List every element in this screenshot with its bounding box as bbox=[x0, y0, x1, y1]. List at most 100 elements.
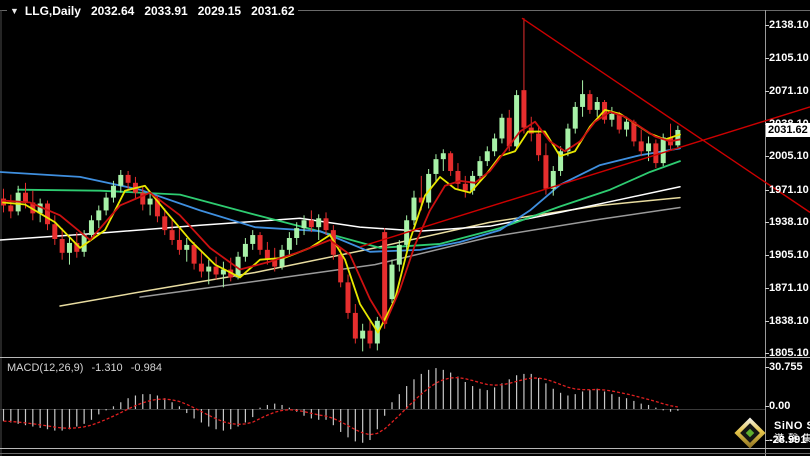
symbol-dropdown-arrow-icon[interactable]: ▼ bbox=[10, 6, 19, 16]
macd-name: MACD(12,26,9) bbox=[7, 362, 83, 374]
candle-body bbox=[162, 216, 167, 230]
close-value: 2031.62 bbox=[251, 4, 294, 18]
price-axis-label: 2105.10 bbox=[769, 52, 809, 64]
candle-body bbox=[338, 255, 343, 283]
candle-body bbox=[309, 220, 314, 227]
candle-body bbox=[346, 282, 351, 313]
symbol-label: LLG,Daily bbox=[25, 4, 81, 18]
axis-tick bbox=[765, 288, 769, 289]
axis-tick bbox=[765, 58, 769, 59]
candle-body bbox=[397, 245, 402, 265]
candle-body bbox=[8, 205, 13, 211]
price-axis-label: 1838.10 bbox=[769, 315, 809, 327]
axis-tick bbox=[765, 190, 769, 191]
candle-body bbox=[521, 90, 526, 127]
low-value: 2029.15 bbox=[198, 4, 241, 18]
candle-body bbox=[536, 134, 541, 156]
brand-name-chinese: 漢聲集團 bbox=[774, 434, 810, 445]
ma-gray-line bbox=[140, 207, 680, 297]
candle-body bbox=[492, 138, 497, 151]
macd-indicator-label: MACD(12,26,9) -1.310 -0.984 bbox=[7, 362, 167, 374]
price-axis-label: 2005.10 bbox=[769, 150, 809, 162]
axis-tick bbox=[765, 25, 769, 26]
macd-value: -1.310 bbox=[91, 362, 122, 374]
price-axis-label: 1971.10 bbox=[769, 184, 809, 196]
axis-tick bbox=[765, 321, 769, 322]
candle-body bbox=[243, 244, 248, 257]
macd-signal-value: -0.984 bbox=[131, 362, 162, 374]
candle-body bbox=[316, 218, 321, 227]
candle-body bbox=[67, 243, 72, 253]
price-axis-label: 1805.10 bbox=[769, 347, 809, 359]
macd-axis-label: 30.755 bbox=[769, 361, 803, 373]
axis-tick bbox=[765, 156, 769, 157]
axis-tick bbox=[765, 367, 769, 368]
candle-body bbox=[250, 235, 255, 244]
candle-body bbox=[529, 128, 534, 134]
price-axis-label: 1938.10 bbox=[769, 216, 809, 228]
candle-body bbox=[206, 267, 211, 272]
candle-body bbox=[89, 220, 94, 235]
candle-body bbox=[294, 228, 299, 238]
candle-body bbox=[126, 175, 131, 183]
price-axis-label: 1871.10 bbox=[769, 282, 809, 294]
candle-body bbox=[302, 220, 307, 228]
axis-tick bbox=[765, 91, 769, 92]
candle-body bbox=[214, 267, 219, 275]
candle-body bbox=[170, 230, 175, 240]
candle-body bbox=[609, 114, 614, 120]
candle-body bbox=[368, 331, 373, 344]
candle-body bbox=[587, 94, 592, 110]
candle-body bbox=[104, 198, 109, 211]
axis-tick bbox=[765, 406, 769, 407]
candle-body bbox=[485, 151, 490, 161]
candle-body bbox=[258, 235, 263, 250]
candle-body bbox=[653, 143, 658, 163]
candle-body bbox=[543, 155, 548, 189]
candle-body bbox=[52, 224, 57, 239]
brand-diamond-icon bbox=[733, 416, 767, 450]
candle-body bbox=[382, 232, 387, 324]
candle-body bbox=[463, 184, 468, 191]
price-axis-label: 2138.10 bbox=[769, 19, 809, 31]
brand-name: SiNO SOUND bbox=[774, 421, 810, 432]
candle-body bbox=[60, 239, 65, 253]
candle-body bbox=[411, 198, 416, 221]
open-value: 2032.64 bbox=[91, 4, 134, 18]
candle-body bbox=[111, 186, 116, 198]
candle-body bbox=[118, 175, 123, 186]
candle-body bbox=[96, 210, 101, 220]
candle-body bbox=[573, 107, 578, 129]
candle-body bbox=[477, 161, 482, 176]
axis-tick bbox=[765, 222, 769, 223]
candle-body bbox=[675, 130, 680, 145]
candle-body bbox=[353, 313, 358, 339]
candle-body bbox=[192, 245, 197, 264]
candle-body bbox=[448, 153, 453, 171]
candle-body bbox=[23, 193, 28, 203]
candle-body bbox=[148, 199, 153, 205]
axis-tick bbox=[765, 255, 769, 256]
candle-body bbox=[199, 264, 204, 272]
candle-body bbox=[389, 265, 394, 299]
chart-canvas[interactable] bbox=[0, 0, 810, 456]
candle-body bbox=[661, 137, 666, 163]
candle-body bbox=[184, 245, 189, 250]
candle-body bbox=[595, 102, 600, 110]
candle-body bbox=[639, 141, 644, 151]
candle-body bbox=[646, 143, 651, 151]
candle-body bbox=[324, 218, 329, 230]
price-axis-label: 2071.10 bbox=[769, 85, 809, 97]
ma-red-line bbox=[3, 112, 680, 324]
candle-body bbox=[45, 204, 50, 225]
candle-body bbox=[433, 159, 438, 174]
chart-title: ▼ LLG,Daily 2032.64 2033.91 2029.15 2031… bbox=[7, 4, 298, 18]
candle-body bbox=[580, 94, 585, 107]
candle-body bbox=[360, 331, 365, 339]
candle-body bbox=[499, 118, 504, 139]
candle-body bbox=[177, 240, 182, 250]
trading-chart-window: ▼ LLG,Daily 2032.64 2033.91 2029.15 2031… bbox=[0, 0, 810, 456]
price-axis-label: 1905.10 bbox=[769, 249, 809, 261]
candle-body bbox=[287, 238, 292, 250]
candle-body bbox=[441, 153, 446, 159]
